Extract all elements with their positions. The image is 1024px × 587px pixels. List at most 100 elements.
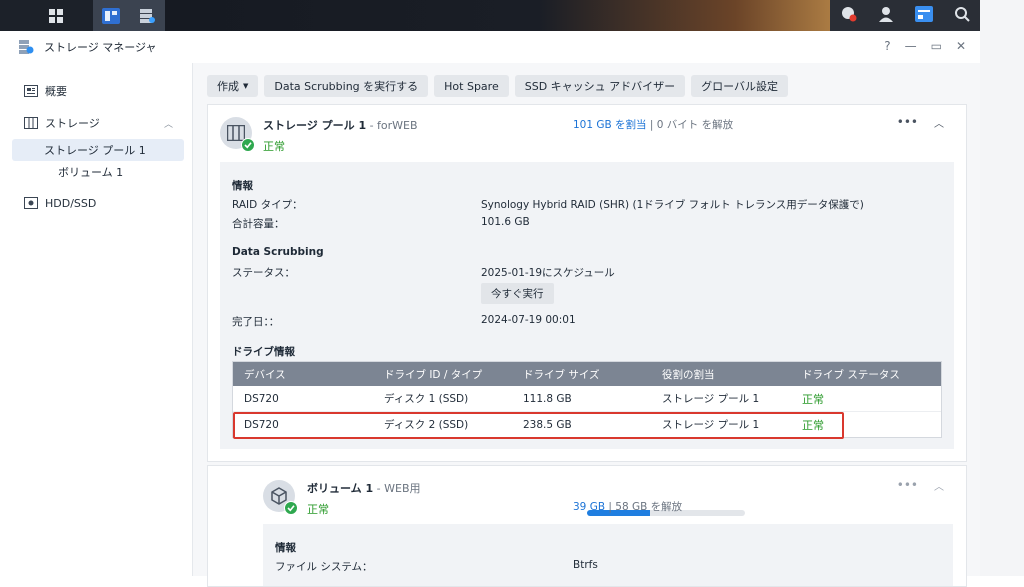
search-icon[interactable]	[954, 6, 970, 25]
storage-manager-taskbar-icon[interactable]	[129, 0, 165, 31]
maximize-button[interactable]: ▭	[931, 39, 942, 53]
toolbar: 作成 ▼ Data Scrubbing を実行する Hot Spare SSD …	[207, 75, 789, 97]
info-heading: 情報	[232, 180, 253, 192]
volume-used[interactable]: 39 GB	[573, 501, 605, 513]
raid-type-value: Synology Hybrid RAID (SHR) (1ドライブ フォルト ト…	[481, 199, 864, 211]
volume-subtitle: - WEB用	[373, 482, 421, 495]
sidebar-item-storage-pool-1[interactable]: ストレージ プール 1	[12, 139, 184, 161]
pool-name: ストレージ プール 1	[263, 119, 367, 132]
volume-status: 正常	[307, 503, 329, 516]
cell-drive-size: 238.5 GB	[523, 418, 572, 431]
sidebar-item-label: ストレージ プール 1	[44, 144, 146, 157]
cell-role: ストレージ プール 1	[662, 419, 760, 431]
storage-manager-app-icon	[18, 39, 34, 55]
cell-drive-id: ディスク 2 (SSD)	[384, 419, 469, 431]
window-controls: ? — ▭ ✕	[884, 39, 966, 53]
create-button[interactable]: 作成 ▼	[207, 75, 259, 97]
help-button[interactable]: ?	[884, 39, 890, 53]
sidebar-item-hdd-ssd[interactable]: HDD/SSD	[0, 187, 192, 219]
taskbar	[0, 0, 980, 31]
window-titlebar[interactable]: ストレージ マネージャ ? — ▭ ✕	[0, 31, 980, 63]
table-row[interactable]: DS720 ディスク 2 (SSD) 238.5 GB ストレージ プール 1 …	[233, 412, 941, 437]
card-controls: ••• ︿	[897, 115, 944, 130]
global-settings-button[interactable]: グローバル設定	[691, 75, 789, 97]
volume-icon	[263, 480, 298, 515]
notification-icon[interactable]	[841, 6, 857, 25]
storage-pool-icon	[220, 117, 255, 152]
window-title: ストレージ マネージャ	[44, 41, 157, 54]
pool-allocated[interactable]: 101 GB を割当	[573, 119, 647, 131]
column-header[interactable]: ドライブ サイズ	[523, 367, 600, 382]
close-button[interactable]: ✕	[956, 39, 966, 53]
main-menu-icon[interactable]	[38, 0, 74, 31]
chevron-up-icon[interactable]: ︿	[934, 478, 944, 493]
pool-subtitle: - forWEB	[366, 119, 418, 132]
widgets-icon[interactable]	[914, 6, 933, 25]
cell-status: 正常	[802, 392, 824, 406]
sidebar-item-volume-1[interactable]: ボリューム 1	[0, 161, 192, 183]
more-options-icon[interactable]: •••	[897, 115, 918, 130]
storage-icon	[24, 117, 38, 129]
sidebar-item-label: 概要	[45, 85, 67, 98]
sidebar-item-label: HDD/SSD	[45, 196, 97, 210]
ssd-cache-advisor-button[interactable]: SSD キャッシュ アドバイザー	[514, 75, 686, 97]
pool-info-panel: 情報 RAID タイプ： Synology Hybrid RAID (SHR) …	[220, 162, 954, 449]
volume-usage: 39 GB | 58 GB を解放	[573, 499, 682, 514]
capacity-label: 合計容量：	[232, 218, 285, 230]
cell-device: DS720	[244, 418, 279, 431]
sidebar-item-label: ボリューム 1	[58, 166, 124, 179]
hot-spare-button[interactable]: Hot Spare	[434, 75, 509, 97]
volume-free: | 58 GB を解放	[605, 501, 683, 513]
volume-info-panel: 情報 ファイル システム： Btrfs	[263, 524, 953, 586]
run-now-button[interactable]: 今すぐ実行	[481, 283, 554, 304]
completed-value: 2024-07-19 00:01	[481, 314, 576, 326]
sidebar-item-overview[interactable]: 概要	[0, 75, 192, 107]
scrub-status-label: ステータス：	[232, 267, 295, 279]
volume-card: ボリューム 1 - WEB用 正常 39 GB | 58 GB を解放 ••• …	[207, 465, 967, 587]
status-ok-icon	[241, 138, 255, 152]
info-heading: 情報	[275, 542, 296, 554]
minimize-button[interactable]: —	[905, 39, 917, 53]
filesystem-label: ファイル システム：	[275, 561, 373, 573]
column-header[interactable]: ドライブ ID / タイプ	[384, 367, 482, 382]
overview-icon	[24, 85, 38, 97]
status-ok-icon	[284, 501, 298, 515]
cell-role: ストレージ プール 1	[662, 393, 760, 405]
cell-status: 正常	[802, 418, 824, 432]
taskbar-left	[0, 0, 165, 31]
column-header[interactable]: 役割の割当	[662, 367, 715, 382]
more-options-icon[interactable]: •••	[897, 478, 918, 493]
pool-status: 正常	[263, 140, 285, 153]
pool-title: ストレージ プール 1 - forWEB	[263, 117, 418, 133]
cell-drive-id: ディスク 1 (SSD)	[384, 393, 469, 405]
table-row[interactable]: DS720 ディスク 1 (SSD) 111.8 GB ストレージ プール 1 …	[233, 386, 941, 412]
raid-type-label: RAID タイプ：	[232, 199, 303, 211]
desktop-edge	[980, 0, 1024, 576]
column-header[interactable]: ドライブ ステータス	[802, 367, 900, 382]
user-icon[interactable]	[878, 6, 894, 25]
volume-card-controls: ••• ︿	[897, 478, 944, 493]
caret-down-icon: ▼	[243, 82, 249, 90]
chevron-up-icon[interactable]: ︿	[164, 117, 173, 130]
capacity-value: 101.6 GB	[481, 216, 530, 228]
data-scrubbing-heading: Data Scrubbing	[232, 246, 324, 258]
app-taskbar-icon[interactable]	[93, 0, 129, 31]
chevron-up-icon[interactable]: ︿	[934, 115, 944, 130]
column-header[interactable]: デバイス	[244, 367, 286, 382]
create-label: 作成	[217, 80, 239, 93]
storage-pool-card: ストレージ プール 1 - forWEB 正常 101 GB を割当 | 0 バ…	[207, 104, 967, 462]
drive-table: デバイス ドライブ ID / タイプ ドライブ サイズ 役割の割当 ドライブ ス…	[232, 361, 942, 438]
scrub-status-value: 2025-01-19にスケジュール	[481, 267, 615, 279]
filesystem-value: Btrfs	[573, 559, 598, 571]
sidebar-item-storage[interactable]: ストレージ ︿	[0, 107, 192, 139]
main-content: 作成 ▼ Data Scrubbing を実行する Hot Spare SSD …	[193, 63, 980, 587]
pool-allocation: 101 GB を割当 | 0 バイト を解放	[573, 117, 733, 132]
sidebar-item-label: ストレージ	[45, 117, 100, 130]
volume-name: ボリューム 1	[307, 482, 374, 495]
volume-title: ボリューム 1 - WEB用	[307, 480, 421, 496]
run-data-scrubbing-button[interactable]: Data Scrubbing を実行する	[264, 75, 429, 97]
cell-drive-size: 111.8 GB	[523, 392, 572, 405]
completed-label: 完了日：：	[232, 316, 280, 328]
drive-info-heading: ドライブ情報	[232, 346, 295, 358]
taskbar-right	[830, 0, 980, 31]
